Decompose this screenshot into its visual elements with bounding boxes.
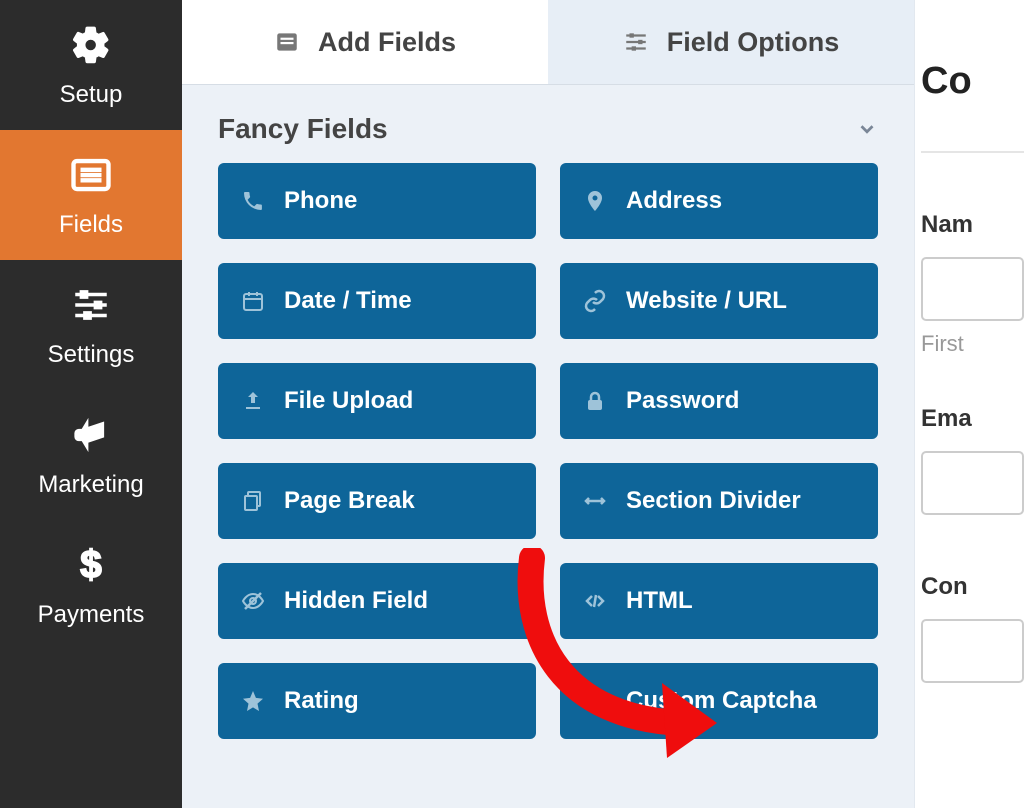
- divider: [921, 151, 1024, 153]
- tab-label: Field Options: [667, 27, 840, 58]
- field-grid: Phone Address Date / Time Website / URL …: [182, 163, 914, 775]
- megaphone-icon: [67, 411, 115, 459]
- field-label: Date / Time: [284, 287, 412, 315]
- field-label: Website / URL: [626, 287, 787, 315]
- field-website[interactable]: Website / URL: [560, 263, 878, 339]
- code-icon: [582, 588, 608, 614]
- svg-text:$: $: [80, 544, 101, 586]
- field-label: Hidden Field: [284, 587, 428, 615]
- tab-add-fields[interactable]: Add Fields: [182, 0, 548, 84]
- field-label: Password: [626, 387, 739, 415]
- location-pin-icon: [582, 188, 608, 214]
- field-label: Rating: [284, 687, 359, 715]
- field-label: Section Divider: [626, 487, 801, 515]
- field-label: Address: [626, 187, 722, 215]
- sidebar: Setup Fields Settings Marketing $ Paymen…: [0, 0, 182, 808]
- field-sublabel-first: First: [921, 331, 1024, 357]
- phone-icon: [240, 188, 266, 214]
- field-address[interactable]: Address: [560, 163, 878, 239]
- field-hidden[interactable]: Hidden Field: [218, 563, 536, 639]
- field-password[interactable]: Password: [560, 363, 878, 439]
- field-rating[interactable]: Rating: [218, 663, 536, 739]
- upload-icon: [240, 388, 266, 414]
- sidebar-item-settings[interactable]: Settings: [0, 260, 182, 390]
- field-divider[interactable]: Section Divider: [560, 463, 878, 539]
- field-label: Custom Captcha: [626, 687, 817, 715]
- question-circle-icon: ?: [582, 688, 608, 714]
- sidebar-item-setup[interactable]: Setup: [0, 0, 182, 130]
- panel-tabs: Add Fields Field Options: [182, 0, 914, 85]
- sliders-icon: [67, 281, 115, 329]
- calendar-icon: [240, 288, 266, 314]
- gear-icon: [67, 21, 115, 69]
- field-captcha[interactable]: ? Custom Captcha: [560, 663, 878, 739]
- section-title: Fancy Fields: [218, 113, 388, 145]
- field-upload[interactable]: File Upload: [218, 363, 536, 439]
- name-input[interactable]: [921, 257, 1024, 321]
- field-datetime[interactable]: Date / Time: [218, 263, 536, 339]
- email-input[interactable]: [921, 451, 1024, 515]
- list-icon: [67, 151, 115, 199]
- divider-icon: [582, 488, 608, 514]
- field-html[interactable]: HTML: [560, 563, 878, 639]
- sidebar-item-label: Payments: [38, 601, 145, 629]
- svg-text:?: ?: [591, 693, 600, 709]
- field-label-name: Nam: [921, 211, 1024, 239]
- field-label-comment: Con: [921, 573, 1024, 601]
- sliders-icon: [623, 29, 649, 55]
- link-icon: [582, 288, 608, 314]
- sidebar-item-label: Fields: [59, 211, 123, 239]
- field-label: Page Break: [284, 487, 415, 515]
- sidebar-item-label: Settings: [48, 341, 135, 369]
- comment-input[interactable]: [921, 619, 1024, 683]
- pages-icon: [240, 488, 266, 514]
- sidebar-item-label: Marketing: [38, 471, 143, 499]
- tab-field-options[interactable]: Field Options: [548, 0, 914, 84]
- field-label: Phone: [284, 187, 357, 215]
- dollar-icon: $: [67, 541, 115, 589]
- field-phone[interactable]: Phone: [218, 163, 536, 239]
- sidebar-item-marketing[interactable]: Marketing: [0, 390, 182, 520]
- form-preview: Co Nam First Ema Con: [914, 0, 1024, 808]
- sidebar-item-fields[interactable]: Fields: [0, 130, 182, 260]
- tab-label: Add Fields: [318, 27, 456, 58]
- lock-icon: [582, 388, 608, 414]
- sidebar-item-payments[interactable]: $ Payments: [0, 520, 182, 650]
- form-icon: [274, 29, 300, 55]
- section-header[interactable]: Fancy Fields: [182, 85, 914, 163]
- field-pagebreak[interactable]: Page Break: [218, 463, 536, 539]
- eye-slash-icon: [240, 588, 266, 614]
- field-label: File Upload: [284, 387, 413, 415]
- star-icon: [240, 688, 266, 714]
- fields-panel: Add Fields Field Options Fancy Fields Ph…: [182, 0, 914, 808]
- form-title: Co: [921, 60, 1024, 103]
- chevron-down-icon: [856, 118, 878, 140]
- sidebar-item-label: Setup: [60, 81, 123, 109]
- field-label-email: Ema: [921, 405, 1024, 433]
- field-label: HTML: [626, 587, 693, 615]
